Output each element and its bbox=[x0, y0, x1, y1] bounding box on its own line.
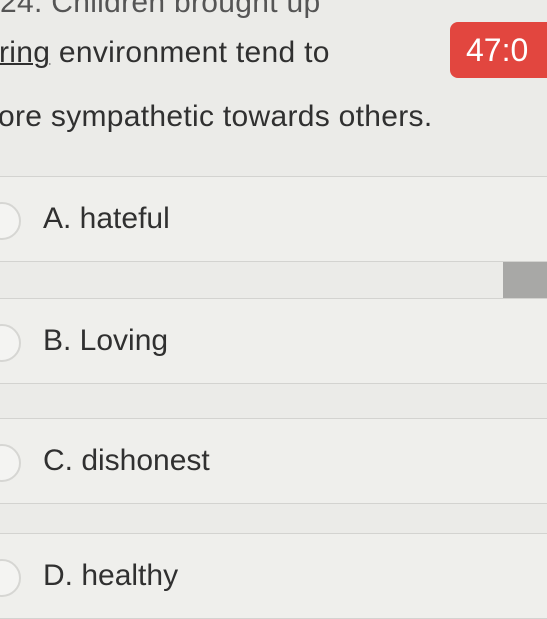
option-label: C. dishonest bbox=[43, 444, 210, 477]
option-c[interactable]: C. dishonest bbox=[0, 418, 547, 504]
question-text-line-1: 24. Children brought up bbox=[0, 0, 321, 19]
option-a[interactable]: A. hateful bbox=[0, 176, 547, 262]
question-underlined-word: ring bbox=[0, 36, 51, 69]
option-label: B. Loving bbox=[43, 324, 169, 357]
radio-button[interactable] bbox=[0, 559, 21, 597]
radio-button[interactable] bbox=[0, 324, 21, 362]
option-b[interactable]: B. Loving bbox=[0, 298, 547, 384]
option-d[interactable]: D. healthy bbox=[0, 533, 547, 619]
option-label: D. healthy bbox=[43, 559, 179, 592]
radio-button[interactable] bbox=[0, 444, 21, 482]
countdown-timer: 47:0 bbox=[450, 22, 547, 78]
option-label: A. hateful bbox=[43, 202, 170, 235]
question-text-line-3: ore sympathetic towards others. bbox=[0, 100, 433, 133]
question-text-line-2-rest: environment tend to bbox=[50, 36, 330, 69]
radio-button[interactable] bbox=[0, 202, 21, 240]
question-text-line-2: ring environment tend to bbox=[0, 36, 330, 70]
